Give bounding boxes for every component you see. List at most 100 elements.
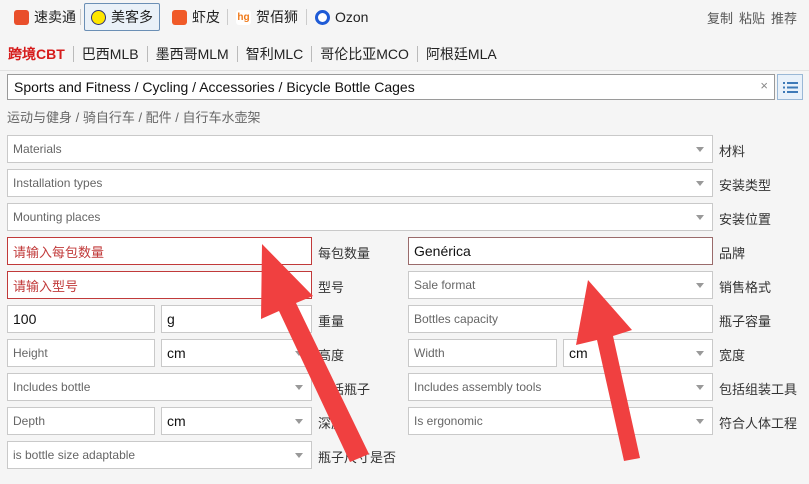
chevron-down-icon [295,351,303,356]
height-unit-value: cm [167,345,186,361]
height-placeholder: Height [13,346,48,360]
width-input[interactable]: Width [408,339,557,367]
mounting-places-placeholder: Mounting places [13,210,101,224]
list-icon [783,82,798,93]
chevron-down-icon [696,147,704,152]
chevron-down-icon [295,385,303,390]
platform-tab-mercadolibre[interactable]: 美客多 [84,3,160,31]
chevron-down-icon [696,283,704,288]
action-links: 复制 粘贴 推荐 [707,8,797,27]
installation-types-placeholder: Installation types [13,176,103,190]
region-tab-mlb[interactable]: 巴西MLB [74,44,147,64]
materials-select[interactable]: Materials [7,135,713,163]
installation-types-label: 安装类型 [719,178,772,193]
region-tab-mla[interactable]: 阿根廷MLA [418,44,505,64]
platform-tab-label: 虾皮 [192,9,220,25]
category-path-text: Sports and Fitness / Cycling / Accessori… [14,79,415,95]
category-list-button[interactable] [777,74,803,100]
weight-unit-input[interactable]: g [161,305,312,333]
mounting-places-label: 安装位置 [719,212,772,227]
units-per-pack-input[interactable]: 请输入每包数量 [7,237,312,265]
clear-icon[interactable]: × [760,78,768,93]
model-label: 型号 [318,280,345,295]
category-path-input[interactable]: Sports and Fitness / Cycling / Accessori… [7,74,775,100]
sale-format-label: 销售格式 [719,280,772,295]
depth-unit-value: cm [167,413,186,429]
region-tab-mlm[interactable]: 墨西哥MLM [148,44,237,64]
copy-link[interactable]: 复制 [707,8,733,27]
bottles-capacity-input[interactable]: Bottles capacity [408,305,713,333]
width-unit-select[interactable]: cm [563,339,713,367]
height-input[interactable]: Height [7,339,155,367]
divider [0,70,809,71]
is-ergonomic-placeholder: Is ergonomic [414,414,483,428]
sale-format-select[interactable]: Sale format [408,271,713,299]
units-per-pack-placeholder: 请输入每包数量 [13,244,105,260]
brand-input[interactable]: Genérica [408,237,713,265]
platform-tab-aliexpress[interactable]: 速卖通 [8,3,82,31]
recommend-link[interactable]: 推荐 [771,8,797,27]
region-tab-mco[interactable]: 哥伦比亚MCO [312,44,417,64]
platform-tab-label: 美客多 [111,9,153,25]
chevron-down-icon [295,453,303,458]
region-tab-mlc[interactable]: 智利MLC [238,44,312,64]
depth-unit-select[interactable]: cm [161,407,312,435]
mounting-places-select[interactable]: Mounting places [7,203,713,231]
includes-bottle-label: 包括瓶子 [318,382,371,397]
mercadolibre-icon [91,9,106,25]
platform-tab-shopee[interactable]: 虾皮 [166,3,226,31]
brand-value: Genérica [414,243,471,259]
bottles-capacity-label: 瓶子容量 [719,314,772,329]
bottle-size-adaptable-select[interactable]: is bottle size adaptable [7,441,312,469]
model-placeholder: 请输入型号 [13,278,79,294]
region-tabs: 跨境CBT 巴西MLB 墨西哥MLM 智利MLC 哥伦比亚MCO 阿根廷MLA [0,38,809,70]
depth-label: 深度 [318,416,345,431]
bottles-capacity-placeholder: Bottles capacity [414,312,499,326]
shopee-icon [172,9,187,25]
includes-bottle-select[interactable]: Includes bottle [7,373,312,401]
category-path-chinese: 运动与健身 / 骑自行车 / 配件 / 自行车水壶架 [7,110,261,125]
includes-assembly-tools-placeholder: Includes assembly tools [414,380,542,394]
platform-tab-label: 贺佰狮 [256,9,298,25]
aliexpress-icon [14,9,29,25]
sale-format-placeholder: Sale format [414,278,476,292]
includes-assembly-tools-select[interactable]: Includes assembly tools [408,373,713,401]
is-ergonomic-label: 符合人体工程 [719,416,798,431]
platform-tab-hebaishi[interactable]: hg 贺佰狮 [230,3,304,31]
weight-value: 100 [13,311,37,327]
paste-link[interactable]: 粘贴 [739,8,765,27]
installation-types-select[interactable]: Installation types [7,169,713,197]
width-unit-value: cm [569,345,588,361]
weight-input[interactable]: 100 [7,305,155,333]
is-ergonomic-select[interactable]: Is ergonomic [408,407,713,435]
platform-bar: 速卖通 美客多 虾皮 hg 贺佰狮 Ozon 复制 粘贴 推荐 [0,0,809,34]
tab-divider [227,9,228,25]
bottle-size-adaptable-placeholder: is bottle size adaptable [13,448,136,462]
materials-label: 材料 [719,144,746,159]
tab-divider [80,9,81,25]
chevron-down-icon [696,419,704,424]
model-input[interactable]: 请输入型号 [7,271,312,299]
width-label: 宽度 [719,348,746,363]
hebaishi-icon: hg [236,9,251,25]
materials-placeholder: Materials [13,142,62,156]
height-unit-select[interactable]: cm [161,339,312,367]
platform-tab-label: Ozon [335,9,369,25]
depth-input[interactable]: Depth [7,407,155,435]
includes-assembly-tools-label: 包括组装工具 [719,382,798,397]
brand-label: 品牌 [719,246,746,261]
tab-divider [306,9,307,25]
chevron-down-icon [696,351,704,356]
chevron-down-icon [295,419,303,424]
width-placeholder: Width [414,346,445,360]
ozon-icon [315,9,330,25]
includes-bottle-placeholder: Includes bottle [13,380,91,394]
platform-tab-ozon[interactable]: Ozon [309,3,374,31]
bottle-size-adaptable-label: 瓶子尺寸是否 [318,450,397,465]
chevron-down-icon [696,181,704,186]
weight-unit-value: g [167,311,175,327]
platform-tab-label: 速卖通 [34,9,76,25]
depth-placeholder: Depth [13,414,46,428]
units-per-pack-label: 每包数量 [318,246,371,261]
region-tab-cbt[interactable]: 跨境CBT [0,44,73,64]
